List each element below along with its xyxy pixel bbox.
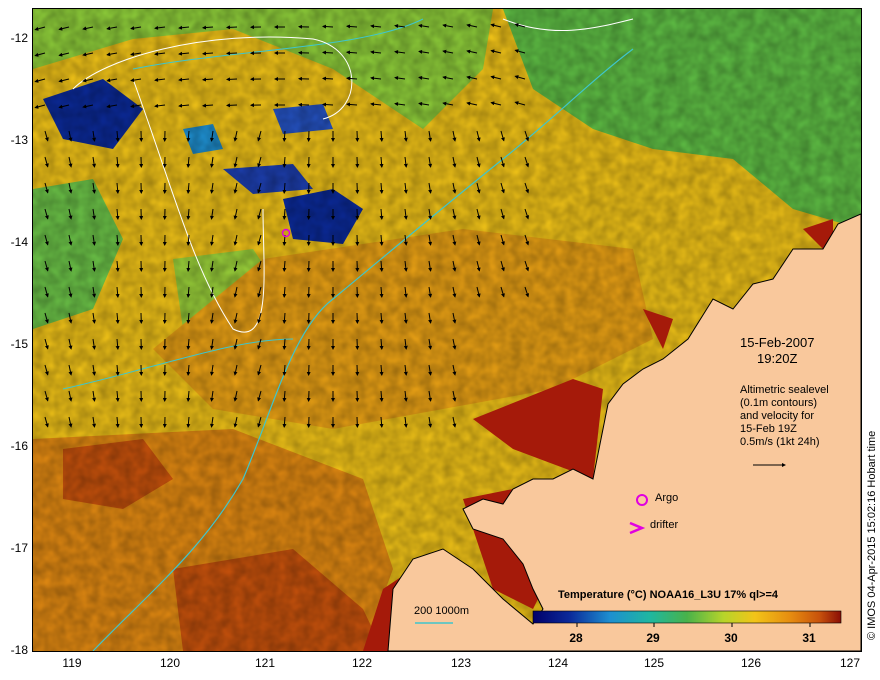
altimetry-note: Altimetric sealevel (0.1m contours) and … <box>740 384 829 449</box>
lon-tick: 121 <box>254 656 276 670</box>
isobath-legend-label: 200 1000m <box>414 605 470 617</box>
altimetry-line: (0.1m contours) <box>740 397 818 409</box>
credit-text: © IMOS 04-Apr-2015 15:02:16 Hobart time <box>866 430 878 640</box>
lon-tick: 126 <box>740 656 762 670</box>
lon-tick: 124 <box>547 656 569 670</box>
colorbar-title: Temperature (°C) NOAA16_L3U 17% ql>=4 <box>558 589 778 601</box>
lon-tick: 127 <box>839 656 861 670</box>
argo-legend-label: Argo <box>655 492 679 504</box>
sst-map <box>33 9 861 651</box>
velocity-arrow <box>322 50 334 55</box>
colorbar-label: 29 <box>646 631 660 645</box>
lat-tick: -14 <box>10 235 28 249</box>
lat-tick: -17 <box>10 541 28 555</box>
velocity-arrow <box>322 102 334 107</box>
lat-tick: -15 <box>10 337 28 351</box>
lat-tick: -16 <box>10 439 28 453</box>
altimetry-line: 15-Feb 19Z <box>740 423 797 435</box>
altimetry-line: and velocity for <box>740 410 814 422</box>
lon-tick: 119 <box>62 656 82 670</box>
observation-date: 15-Feb-2007 <box>740 335 815 350</box>
colorbar <box>532 610 842 624</box>
drifter-legend-label: drifter <box>650 519 679 531</box>
lat-tick: -12 <box>10 31 28 45</box>
map-area[interactable] <box>32 8 862 652</box>
observation-time: 19:20Z <box>756 351 798 366</box>
velocity-arrow <box>226 51 238 56</box>
colorbar-label: 28 <box>569 631 583 645</box>
lat-tick: -18 <box>10 643 28 657</box>
lon-tick: 122 <box>351 656 373 670</box>
altimetry-line: 0.5m/s (1kt 24h) <box>740 436 820 448</box>
lon-tick: 120 <box>159 656 181 670</box>
velocity-arrow <box>322 76 334 81</box>
lon-tick: 125 <box>643 656 665 670</box>
lon-tick: 123 <box>450 656 472 670</box>
velocity-arrow <box>226 103 238 108</box>
velocity-arrow <box>322 24 334 29</box>
velocity-arrow <box>226 25 238 30</box>
observation-datetime: 15-Feb-2007 19:20Z <box>740 335 814 367</box>
velocity-arrow <box>226 77 238 82</box>
altimetry-line: Altimetric sealevel <box>740 384 829 396</box>
lat-tick: -13 <box>10 133 28 147</box>
colorbar-label: 31 <box>802 631 816 645</box>
colorbar-label: 30 <box>724 631 738 645</box>
